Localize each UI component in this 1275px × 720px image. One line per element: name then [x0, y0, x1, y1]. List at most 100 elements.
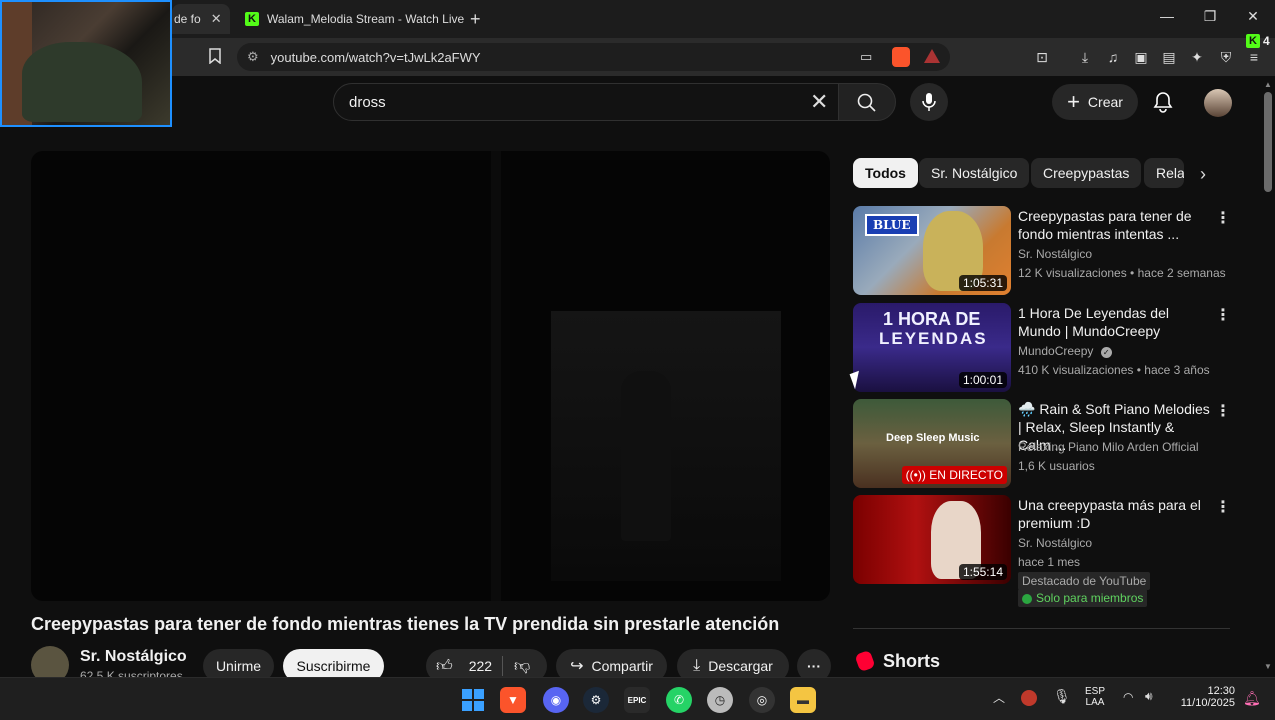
notification-center-icon[interactable]: 🔔︎	[1243, 690, 1261, 707]
tab-kick[interactable]: K Walam_Melodia Stream - Watch Live	[245, 4, 465, 34]
rec-title[interactable]: Creepypastas para tener de fondo mientra…	[1018, 207, 1210, 243]
scroll-up-icon[interactable]: ▲	[1264, 80, 1272, 89]
close-window-button[interactable]: ✕	[1233, 8, 1273, 25]
keyboard-layout: LAA	[1085, 697, 1105, 708]
bookmark-icon[interactable]	[206, 48, 224, 66]
tray-mic-icon[interactable]: 🎙︎	[1053, 688, 1071, 705]
dislike-icon[interactable]: 👎︎	[514, 657, 530, 676]
clear-search-icon[interactable]: ✕	[810, 89, 828, 115]
tray-overflow-icon[interactable]: ︿	[993, 689, 1005, 706]
rec-channel: MundoCreepy	[1018, 344, 1094, 358]
new-tab-button[interactable]: +	[470, 4, 490, 34]
file-explorer-icon[interactable]: ▬	[790, 687, 816, 713]
rec-channel-row[interactable]: MundoCreepy ✓	[1018, 344, 1112, 358]
chip-creepypastas[interactable]: Creepypastas	[1031, 158, 1142, 188]
close-tab-icon[interactable]: ✕	[211, 11, 222, 27]
rec-channel[interactable]: Sr. Nostálgico	[1018, 247, 1092, 261]
chip-all[interactable]: Todos	[853, 158, 918, 188]
site-info-icon[interactable]: ⚙	[247, 49, 259, 65]
music-icon[interactable]: ♫	[1104, 48, 1122, 66]
address-bar[interactable]: ⚙ youtube.com/watch?v=tJwLk2aFWY ▭	[237, 43, 950, 71]
clock-app-icon[interactable]: ◷	[707, 687, 733, 713]
chip-channel[interactable]: Sr. Nostálgico	[919, 158, 1030, 188]
live-label: EN DIRECTO	[929, 468, 1003, 482]
rec-title[interactable]: Una creepypasta más para el premium :D	[1018, 496, 1210, 532]
volume-icon[interactable]: 🔊︎	[1145, 689, 1153, 704]
wifi-icon[interactable]: ◠	[1123, 690, 1133, 704]
video-player[interactable]	[31, 151, 830, 601]
tab-label: Walam_Melodia Stream - Watch Live	[267, 12, 465, 26]
leo-ai-icon[interactable]: ✦	[1188, 48, 1206, 66]
epic-games-icon[interactable]: EPIC	[624, 687, 650, 713]
whatsapp-icon[interactable]: ✆	[666, 687, 692, 713]
chip-related[interactable]: Rela	[1144, 158, 1184, 188]
cast-icon[interactable]: ▭	[860, 49, 872, 65]
section-divider	[853, 628, 1230, 629]
rec-channel[interactable]: Sr. Nostálgico	[1018, 536, 1092, 550]
clock[interactable]: 12:30 11/10/2025	[1175, 685, 1235, 709]
download-icon[interactable]: ⤓	[1076, 48, 1094, 66]
tab-label: de fo	[174, 12, 201, 26]
brave-rewards-icon[interactable]	[924, 49, 940, 63]
more-options-icon[interactable]: ⋮	[1215, 305, 1231, 325]
join-label: Unirme	[215, 658, 262, 674]
live-badge: ((•)) EN DIRECTO	[901, 466, 1007, 484]
rec-channel[interactable]: Relaxing Piano Milo Arden Official	[1018, 440, 1199, 454]
tray-app-icon[interactable]	[1021, 690, 1037, 706]
thumb-text: Deep Sleep Music	[886, 432, 980, 444]
kick-extension[interactable]: K 4	[1246, 34, 1270, 48]
live-icon: ((•))	[905, 468, 930, 482]
avatar[interactable]	[1204, 89, 1232, 117]
discord-icon[interactable]: ◉	[543, 687, 569, 713]
chip-label: Todos	[865, 165, 906, 181]
search-icon	[857, 93, 876, 112]
rec-thumbnail[interactable]: BLUE 1:05:31	[853, 206, 1011, 295]
kick-ext-badge: 4	[1263, 34, 1270, 48]
duration-badge: 1:05:31	[958, 275, 1007, 291]
chip-label: Sr. Nostálgico	[931, 165, 1018, 181]
brave-shield-icon[interactable]	[892, 47, 910, 67]
voice-search-button[interactable]	[910, 83, 948, 121]
more-options-icon[interactable]: ⋮	[1215, 208, 1231, 228]
download-label: Descargar	[708, 658, 773, 674]
search-box[interactable]: dross ✕	[333, 83, 839, 121]
sidebar-icon[interactable]: ▣	[1132, 48, 1150, 66]
video-scene-figure	[621, 371, 671, 541]
scroll-down-icon[interactable]: ▼	[1264, 662, 1272, 671]
notifications-button[interactable]	[1153, 91, 1173, 118]
steam-icon[interactable]: ⚙	[583, 687, 609, 713]
reader-mode-icon[interactable]: ⊡	[1033, 48, 1051, 66]
chevron-right-icon[interactable]: ›	[1200, 164, 1206, 185]
create-button[interactable]: + Crear	[1052, 84, 1138, 120]
taskbar: ▼ ◉ ⚙ EPIC ✆ ◷ ◎ ▬ ︿ 🎙︎ ESP LAA ◠ 🔊︎ 12:…	[0, 677, 1275, 720]
chip-label: Rela	[1156, 165, 1184, 181]
rec-thumbnail[interactable]: Deep Sleep Music ((•)) EN DIRECTO	[853, 399, 1011, 488]
rec-thumbnail[interactable]: 1 HORA DE LEYENDAS 1:00:01	[853, 303, 1011, 392]
search-input[interactable]: dross	[349, 94, 386, 111]
channel-name[interactable]: Sr. Nostálgico	[80, 648, 187, 666]
browser-tab-bar: de fo ✕ K Walam_Melodia Stream - Watch L…	[0, 0, 1275, 38]
brave-taskbar-icon[interactable]: ▼	[500, 687, 526, 713]
language-indicator[interactable]: ESP LAA	[1085, 686, 1105, 708]
more-options-icon[interactable]: ⋮	[1215, 401, 1231, 421]
share-icon: ↪	[570, 658, 584, 675]
more-options-icon[interactable]: ⋮	[1215, 497, 1231, 517]
video-title: Creepypastas para tener de fondo mientra…	[31, 614, 780, 634]
rec-thumbnail[interactable]: 1:55:14	[853, 495, 1011, 584]
duration-badge: 1:00:01	[958, 372, 1007, 388]
page-scrollbar[interactable]	[1264, 92, 1272, 192]
windows-start-icon[interactable]	[460, 687, 486, 713]
vpn-shield-icon[interactable]: ⛨	[1217, 48, 1235, 66]
like-count: 222	[468, 658, 493, 674]
tab-youtube[interactable]: de fo ✕	[172, 4, 230, 34]
members-only-badge: Solo para miembros	[1018, 589, 1148, 607]
maximize-button[interactable]: ❐	[1190, 8, 1230, 25]
webcam-overlay	[0, 0, 172, 127]
rec-title[interactable]: 1 Hora De Leyendas del Mundo | MundoCree…	[1018, 304, 1210, 340]
search-button[interactable]	[838, 83, 896, 121]
wallet-icon[interactable]: ▤	[1160, 48, 1178, 66]
obs-icon[interactable]: ◎	[749, 687, 775, 713]
menu-icon[interactable]: ≡	[1245, 48, 1263, 66]
like-icon[interactable]: 👍︎	[436, 657, 453, 676]
minimize-button[interactable]: —	[1147, 8, 1187, 24]
